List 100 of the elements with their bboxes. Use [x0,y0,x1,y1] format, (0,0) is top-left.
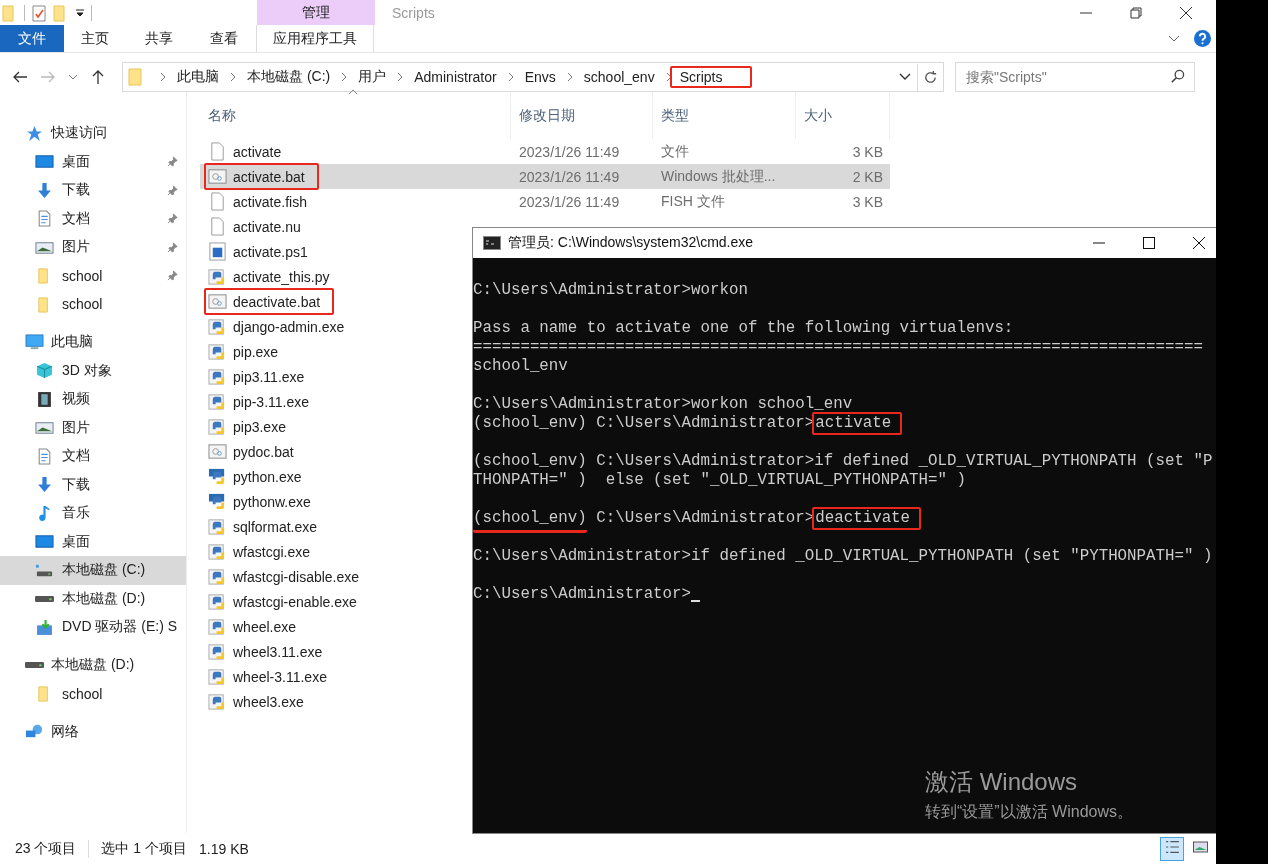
computer-icon [25,333,44,351]
terminal-text: school_env [473,357,568,376]
search-field[interactable]: 搜索"Scripts" [955,62,1195,92]
breadcrumb[interactable]: 用户 [355,64,390,90]
type-cell-text: FISH 文件 [660,192,726,211]
sidebar-item[interactable]: 文档 [0,442,186,471]
breadcrumb[interactable]: 本地磁盘 (C:) [244,64,334,90]
breadcrumb[interactable]: school_env [580,65,658,89]
sidebar-item[interactable]: school [0,679,186,708]
checklist-icon[interactable] [31,3,47,22]
file-row[interactable]: wheel.exe [200,614,472,639]
file-row[interactable]: pip3.exe [200,414,472,439]
sidebar-item[interactable]: 桌面 [0,527,186,556]
help-icon[interactable] [1194,30,1211,47]
python-file-icon [208,342,227,361]
sidebar-item[interactable]: 本地磁盘 (D:) [0,584,186,613]
close-icon[interactable] [1180,6,1192,19]
file-tab[interactable]: 文件 [0,25,64,52]
file-name: wheel.exe [204,613,311,640]
breadcrumb[interactable]: 此电脑 [174,64,222,90]
file-row[interactable]: python.exe [200,464,472,489]
sidebar-item[interactable]: 快速访问 [0,119,186,148]
terminal-text: C:\Users\Administrator>workon [473,281,748,300]
file-name: wfastcgi-disable.exe [204,563,374,590]
sidebar-item[interactable]: 图片 [0,413,186,442]
column-header[interactable]: 类型 [653,92,796,139]
sidebar-item[interactable]: 下载 [0,470,186,499]
chevron-right-icon [230,72,236,82]
file-row[interactable]: django-admin.exe [200,314,472,339]
file-icon [208,192,227,211]
address-bar[interactable]: 此电脑 本地磁盘 (C:) 用户 Administrator Envs school_env Scripts [122,62,944,92]
sidebar-item[interactable]: 下载 [0,176,186,205]
sidebar-item[interactable]: 此电脑 [0,328,186,357]
back-arrow-icon[interactable] [12,69,28,85]
ribbon-tab[interactable]: 主页 [64,25,126,52]
file-row[interactable]: activate.nu [200,214,472,239]
column-header[interactable]: 修改日期 [511,92,653,139]
terminal-text: C:\Users\Administrator> [595,509,815,528]
file-row[interactable]: pip-3.11.exe [200,389,472,414]
file-row[interactable]: wfastcgi-enable.exe [200,589,472,614]
terminal-text: C:\Users\Administrator> [473,585,692,604]
file-row[interactable]: wheel3.exe [200,689,472,714]
file-row[interactable]: pythonw.exe [200,489,472,514]
file-row[interactable]: wfastcgi-disable.exe [200,564,472,589]
file-name: activate_this.py [204,263,344,290]
script-file-icon [208,242,227,261]
details-view-button[interactable] [1160,836,1184,861]
file-row[interactable]: pip3.11.exe [200,364,472,389]
python-file-icon [208,417,227,436]
search-icon [1170,69,1185,84]
film-icon [35,390,54,408]
python-file-icon [208,367,227,386]
chevron-down-icon[interactable] [899,73,911,81]
sidebar-item[interactable]: 网络 [0,717,186,746]
sidebar-item[interactable]: 3D 对象 [0,356,186,385]
breadcrumb[interactable]: Envs [521,65,559,89]
cube-icon [35,362,54,380]
file-name: python.exe [204,463,316,490]
file-row[interactable]: pip.exe [200,339,472,364]
file-row[interactable]: activate_this.py [200,264,472,289]
sidebar-item[interactable]: school [0,261,186,290]
file-row[interactable]: activate.ps1 [200,239,472,264]
file-row[interactable]: sqlformat.exe [200,514,472,539]
ribbon-tab[interactable]: 共享 [126,25,191,52]
close-icon[interactable] [1193,237,1205,249]
file-row[interactable]: wfastcgi.exe [200,539,472,564]
restore-icon[interactable] [1130,6,1142,19]
sidebar-item[interactable]: 视频 [0,385,186,414]
breadcrumb[interactable]: Scripts [669,66,753,88]
python-file-icon [208,617,227,636]
ribbon-tab[interactable]: 查看 [191,25,256,52]
sidebar-item[interactable]: 图片 [0,233,186,262]
up-arrow-icon[interactable] [90,69,106,85]
file-row[interactable]: deactivate.bat [200,289,472,314]
file-row[interactable]: wheel-3.11.exe [200,664,472,689]
chevron-right-icon [160,72,166,82]
dropdown-icon[interactable] [75,7,85,18]
file-row[interactable]: activate 2023/1/26 11:49 文件 3 KB [200,139,890,164]
file-row[interactable]: activate.bat 2023/1/26 11:49 Windows 批处理... 2 KB [200,164,890,189]
sidebar-item[interactable]: 本地磁盘 (C:) [0,556,186,585]
file-row[interactable]: pydoc.bat [200,439,472,464]
sidebar-item[interactable]: school [0,290,186,319]
column-header[interactable]: 大小 [796,92,890,139]
sidebar-item[interactable]: 文档 [0,204,186,233]
sidebar-item[interactable]: 音乐 [0,499,186,528]
chevron-right-icon [507,72,514,82]
file-name: wfastcgi.exe [204,538,325,565]
column-header[interactable]: 名称 [200,92,511,139]
file-row[interactable]: wheel3.11.exe [200,639,472,664]
sidebar-item[interactable]: 桌面 [0,147,186,176]
breadcrumb[interactable]: Administrator [411,65,500,89]
maximize-icon[interactable] [1143,237,1155,249]
file-row[interactable]: activate.fish 2023/1/26 11:49 FISH 文件 3 KB [200,189,890,214]
file-name: pip3.11.exe [204,363,319,390]
chevron-down-icon[interactable] [1168,34,1180,43]
sidebar-item[interactable]: 本地磁盘 (D:) [0,651,186,680]
terminal-command: deactivate [812,507,922,530]
sidebar-item[interactable]: DVD 驱动器 (E:) S [0,613,186,642]
file-name: pythonw.exe [204,488,325,515]
terminal-text: C:\Users\Administrator>if defined _OLD_VIRTUAL_PYTHONPATH (set "PYTHONPATH=" ) [473,547,1213,566]
